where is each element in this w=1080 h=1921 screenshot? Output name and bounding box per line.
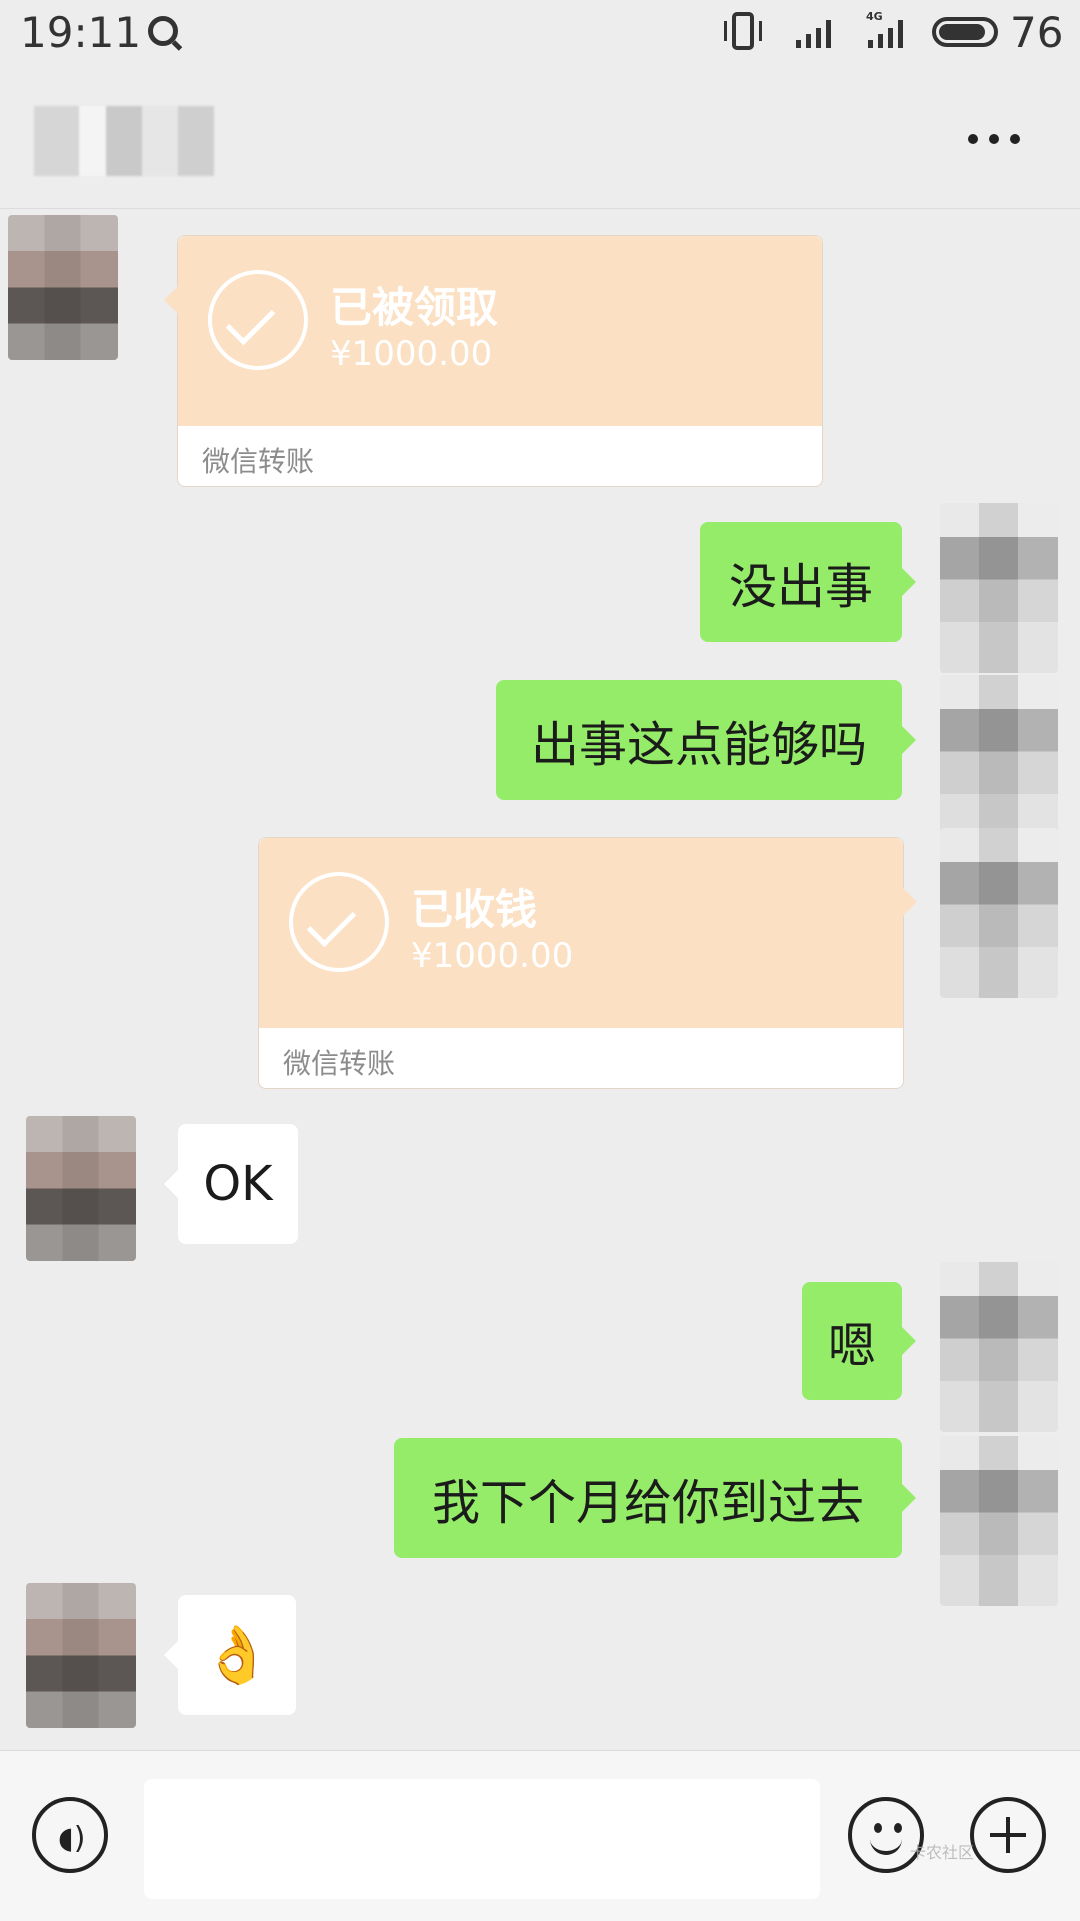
battery-icon bbox=[932, 17, 998, 47]
my-avatar[interactable] bbox=[940, 1436, 1058, 1606]
my-avatar[interactable] bbox=[940, 828, 1058, 998]
emoji-message-bubble[interactable]: 👌 bbox=[164, 1595, 296, 1715]
transfer-amount: ¥1000.00 bbox=[330, 334, 493, 374]
message-text: 我下个月给你到过去 bbox=[431, 1475, 864, 1531]
vibrate-icon bbox=[724, 12, 762, 52]
battery-level: 76 bbox=[1010, 8, 1064, 57]
check-circle-icon bbox=[208, 270, 308, 370]
status-bar: 19:11 4G 76 bbox=[0, 0, 1080, 66]
transfer-amount: ¥1000.00 bbox=[411, 936, 574, 976]
input-bar: ◖) 卡农社区 bbox=[0, 1750, 1080, 1921]
message-bubble-outgoing[interactable]: 我下个月给你到过去 bbox=[394, 1438, 916, 1558]
transfer-label: 微信转账 bbox=[202, 445, 315, 478]
status-time: 19:11 bbox=[20, 8, 142, 57]
my-avatar[interactable] bbox=[940, 503, 1058, 673]
more-dots-icon[interactable] bbox=[964, 134, 1024, 146]
message-text: 嗯 bbox=[827, 1318, 876, 1374]
transfer-label: 微信转账 bbox=[283, 1047, 396, 1080]
transfer-card[interactable]: 已收钱 ¥1000.00 微信转账 bbox=[258, 837, 917, 1089]
plus-icon[interactable] bbox=[970, 1797, 1046, 1873]
watermark: 卡农社区 bbox=[910, 1843, 975, 1862]
message-text: OK bbox=[203, 1156, 273, 1212]
my-avatar[interactable] bbox=[940, 1262, 1058, 1432]
message-input[interactable] bbox=[144, 1779, 820, 1899]
app-notification-icon bbox=[148, 16, 178, 46]
my-avatar[interactable] bbox=[940, 675, 1058, 845]
transfer-status: 已被领取 bbox=[330, 283, 499, 332]
signal-4g-icon bbox=[866, 16, 906, 48]
message-bubble-incoming[interactable]: OK bbox=[164, 1124, 298, 1244]
check-circle-icon bbox=[289, 872, 389, 972]
transfer-card[interactable]: 已被领取 ¥1000.00 微信转账 bbox=[164, 235, 823, 487]
contact-avatar[interactable] bbox=[26, 1116, 136, 1261]
signal-icon bbox=[794, 16, 834, 48]
contact-avatar[interactable] bbox=[26, 1583, 136, 1728]
transfer-status: 已收钱 bbox=[411, 885, 538, 934]
message-text: 没出事 bbox=[728, 559, 873, 615]
ok-hand-emoji: 👌 bbox=[202, 1623, 272, 1688]
chat-title bbox=[34, 106, 214, 176]
message-bubble-outgoing[interactable]: 没出事 bbox=[700, 522, 916, 642]
message-text: 出事这点能够吗 bbox=[530, 717, 867, 773]
voice-icon[interactable]: ◖) bbox=[32, 1797, 108, 1873]
message-bubble-outgoing[interactable]: 嗯 bbox=[802, 1282, 916, 1400]
contact-avatar[interactable] bbox=[8, 215, 118, 360]
chat-header bbox=[0, 66, 1080, 209]
message-bubble-outgoing[interactable]: 出事这点能够吗 bbox=[496, 680, 916, 800]
